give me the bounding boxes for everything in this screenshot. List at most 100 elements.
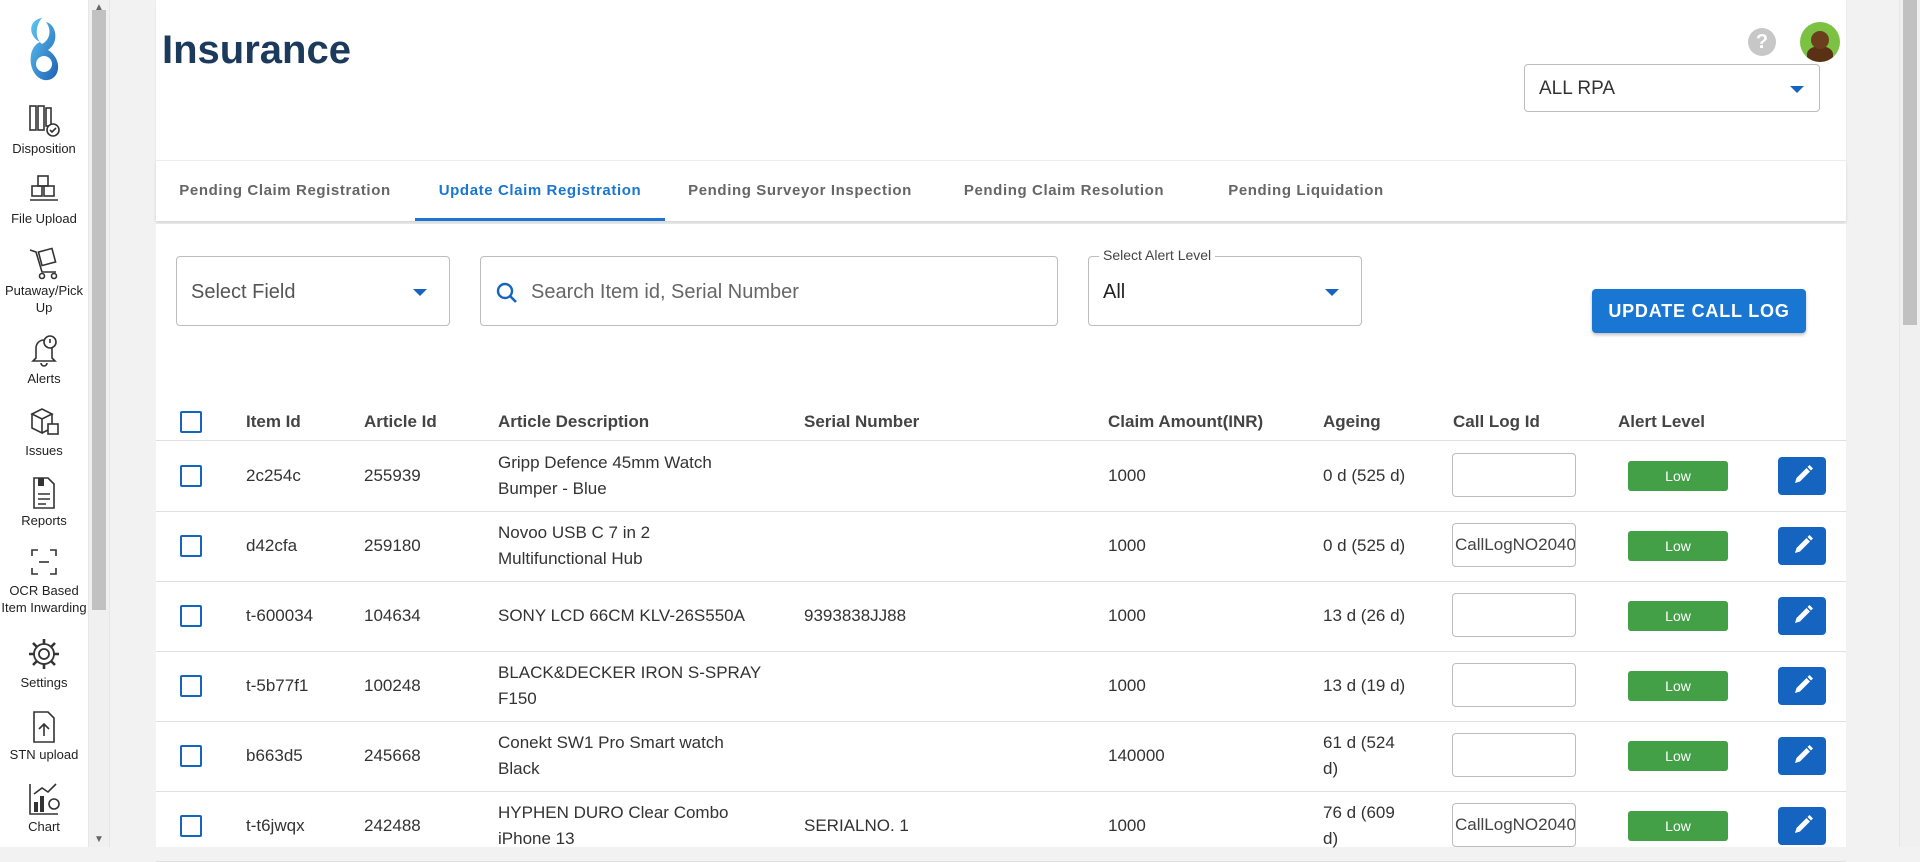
header-item-id[interactable]: Item Id: [246, 404, 301, 440]
alert-level-badge: Low: [1628, 671, 1728, 701]
header-claim-amount[interactable]: Claim Amount(INR): [1108, 404, 1263, 440]
sidebar: Disposition File Upload Putaway/Pick Up …: [0, 0, 88, 847]
alert-level-select[interactable]: Select Alert Level All: [1088, 247, 1362, 326]
document-upload-icon: [33, 711, 55, 743]
tab-bar: Pending Claim Registration Update Claim …: [156, 160, 1846, 221]
row-checkbox[interactable]: [180, 465, 202, 487]
gear-icon: [29, 639, 59, 669]
cell-serial-number: 9393838JJ88: [804, 606, 907, 625]
sidebar-item-disposition[interactable]: Disposition: [0, 102, 88, 157]
edit-button[interactable]: [1778, 807, 1826, 845]
app-logo[interactable]: [22, 14, 66, 86]
header-serial-number[interactable]: Serial Number: [804, 404, 919, 440]
call-log-input[interactable]: [1452, 733, 1576, 777]
cell-description: BLACK&DECKER IRON S-SPRAY F150: [498, 663, 762, 708]
sidebar-scrollbar[interactable]: ▲ ▼: [88, 0, 110, 847]
call-log-input[interactable]: [1452, 593, 1576, 637]
sidebar-item-label: Putaway/Pick Up: [4, 283, 84, 315]
edit-button[interactable]: [1778, 667, 1826, 705]
cell-serial-number: SERIALNO. 1: [804, 816, 909, 835]
sidebar-item-reports[interactable]: Reports: [0, 474, 88, 529]
alert-level-badge: Low: [1628, 601, 1728, 631]
sidebar-item-putaway[interactable]: Putaway/Pick Up: [0, 244, 88, 316]
cell-item-id: t-t6jwqx: [246, 816, 305, 835]
chart-icon: [29, 783, 60, 815]
sidebar-scroll-thumb[interactable]: [92, 10, 106, 610]
tab-pending-surveyor-inspection[interactable]: Pending Surveyor Inspection: [665, 161, 935, 221]
pencil-icon: [1795, 815, 1813, 833]
header-description[interactable]: Article Description: [498, 404, 649, 440]
cell-ageing: 0 d (525 d): [1323, 466, 1406, 485]
row-checkbox[interactable]: [180, 815, 202, 837]
sidebar-item-label: OCR Based Item Inwarding: [1, 583, 87, 615]
cell-claim-amount: 1000: [1108, 816, 1146, 835]
books-check-icon: [29, 105, 60, 137]
table-row: b663d5 245668 Conekt SW1 Pro Smart watch…: [156, 721, 1846, 792]
tab-pending-liquidation[interactable]: Pending Liquidation: [1193, 161, 1419, 221]
table-row: t-5b77f1 100248 BLACK&DECKER IRON S-SPRA…: [156, 651, 1846, 722]
row-checkbox[interactable]: [180, 605, 202, 627]
scroll-down-arrow-icon[interactable]: ▼: [89, 834, 109, 845]
sidebar-item-settings[interactable]: Settings: [0, 636, 88, 691]
tab-pending-claim-registration[interactable]: Pending Claim Registration: [156, 161, 414, 221]
sidebar-item-ocr[interactable]: OCR Based Item Inwarding: [0, 544, 88, 616]
search-input[interactable]: Search Item id, Serial Number: [480, 256, 1058, 326]
call-log-input[interactable]: [1452, 453, 1576, 497]
sidebar-item-label: Issues: [25, 443, 63, 458]
cell-claim-amount: 1000: [1108, 536, 1146, 555]
search-placeholder: Search Item id, Serial Number: [531, 281, 799, 303]
sidebar-item-file-upload[interactable]: File Upload: [0, 172, 88, 227]
sidebar-item-stn-upload[interactable]: STN upload: [0, 708, 88, 763]
page-title: Insurance: [162, 28, 351, 72]
cell-article-id: 259180: [364, 536, 421, 555]
call-log-input[interactable]: CallLogNO2040: [1452, 523, 1576, 567]
sidebar-item-chart[interactable]: Chart: [0, 780, 88, 835]
sidebar-item-issues[interactable]: Issues: [0, 404, 88, 459]
rpa-select[interactable]: ALL RPA: [1524, 64, 1820, 112]
cell-article-id: 245668: [364, 746, 421, 765]
alert-level-badge: Low: [1628, 811, 1728, 841]
bell-icon: [31, 335, 57, 367]
cell-ageing: 76 d (609 d): [1323, 803, 1395, 848]
tab-pending-claim-resolution[interactable]: Pending Claim Resolution: [935, 161, 1193, 221]
cell-description: HYPHEN DURO Clear Combo iPhone 13: [498, 803, 729, 848]
cell-description: Novoo USB C 7 in 2 Multifunctional Hub: [498, 523, 651, 568]
alert-level-badge: Low: [1628, 531, 1728, 561]
cell-claim-amount: 140000: [1108, 746, 1165, 765]
cell-article-id: 255939: [364, 466, 421, 485]
pencil-icon: [1795, 535, 1813, 553]
edit-button[interactable]: [1778, 737, 1826, 775]
help-icon[interactable]: ?: [1748, 28, 1776, 56]
sidebar-item-label: Alerts: [27, 371, 61, 386]
header-ageing[interactable]: Ageing: [1323, 404, 1381, 440]
sidebar-item-alerts[interactable]: Alerts: [0, 332, 88, 387]
select-field-dropdown[interactable]: Select Field: [176, 256, 450, 326]
edit-button[interactable]: [1778, 457, 1826, 495]
avatar[interactable]: [1800, 22, 1840, 62]
cell-ageing: 13 d (26 d): [1323, 606, 1406, 625]
update-call-log-button[interactable]: UPDATE CALL LOG: [1592, 289, 1806, 333]
edit-button[interactable]: [1778, 527, 1826, 565]
sidebar-item-label: Chart: [28, 819, 60, 834]
page-scroll-thumb[interactable]: [1903, 0, 1917, 325]
edit-button[interactable]: [1778, 597, 1826, 635]
cell-article-id: 104634: [364, 606, 421, 625]
row-checkbox[interactable]: [180, 745, 202, 767]
sidebar-item-label: Disposition: [12, 141, 76, 156]
table-row: t-t6jwqx 242488 HYPHEN DURO Clear Combo i…: [156, 791, 1846, 862]
header-call-log-id[interactable]: Call Log Id: [1453, 404, 1540, 440]
cart-icon: [29, 247, 58, 280]
header-article-id[interactable]: Article Id: [364, 404, 437, 440]
call-log-input[interactable]: [1452, 663, 1576, 707]
cell-ageing: 0 d (525 d): [1323, 536, 1406, 555]
claims-panel: Select Field Search Item id, Serial Numb…: [156, 224, 1846, 862]
header-alert-level[interactable]: Alert Level: [1618, 404, 1705, 440]
call-log-input[interactable]: CallLogNO2040: [1452, 803, 1576, 847]
select-all-checkbox[interactable]: [180, 411, 202, 433]
cell-article-id: 242488: [364, 816, 421, 835]
row-checkbox[interactable]: [180, 535, 202, 557]
select-field-value: Select Field: [191, 281, 296, 303]
tab-update-claim-registration[interactable]: Update Claim Registration: [415, 161, 665, 221]
row-checkbox[interactable]: [180, 675, 202, 697]
page-scrollbar[interactable]: [1899, 0, 1920, 847]
